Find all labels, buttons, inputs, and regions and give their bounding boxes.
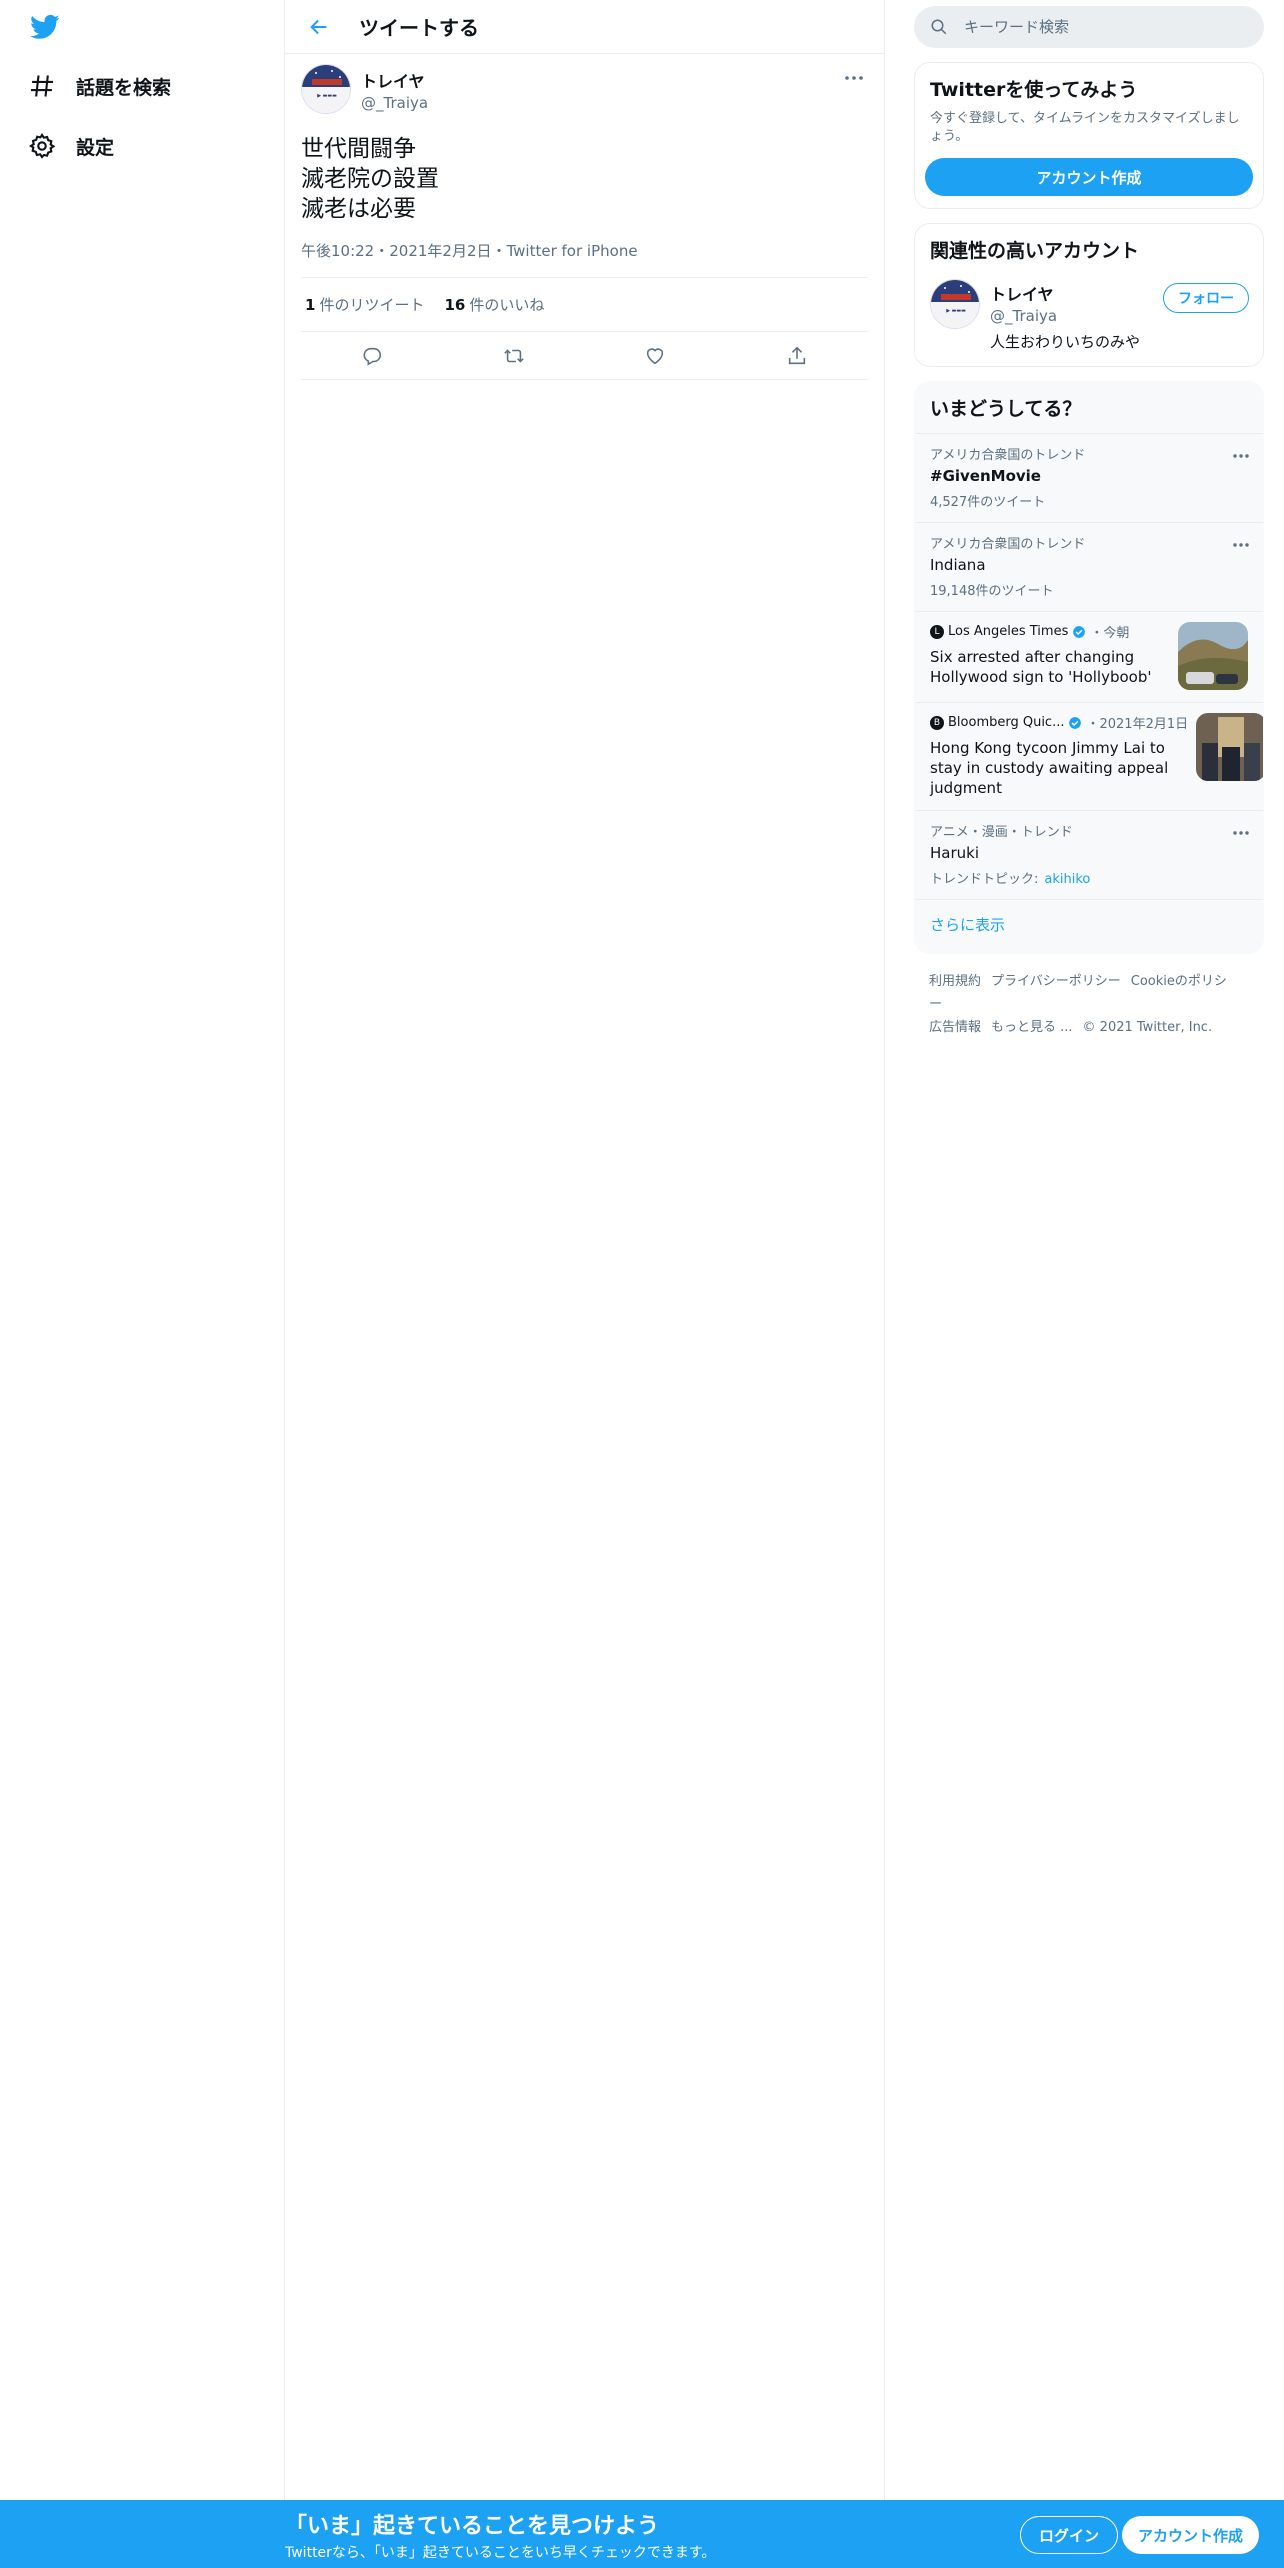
- reply-icon: [363, 347, 381, 366]
- account-handle: @_Traiya: [990, 307, 1058, 325]
- trends-card: いまどうしてる？ アメリカ合衆国のトレンド #GivenMovie 4,527件…: [914, 381, 1264, 954]
- footer-link-privacy[interactable]: プライバシーポリシー: [991, 974, 1121, 989]
- right-sidebar: Twitterを使ってみよう 今すぐ登録して、タイムラインをカスタマイズしましょ…: [914, 0, 1264, 1039]
- news-thumbnail: [1178, 622, 1248, 690]
- like-button[interactable]: [637, 338, 673, 374]
- news-title: Hong Kong tycoon Jimmy Lai to stay in cu…: [930, 739, 1169, 797]
- signup-banner: 「いま」起きていることを見つけよう Twitterなら、「いま」起きていることを…: [0, 2500, 1284, 2568]
- like-label: 件のいいね: [469, 296, 545, 314]
- trend-topic-label: トレンドトピック:: [930, 872, 1039, 887]
- nav-settings-label: 設定: [76, 136, 115, 159]
- left-nav: 話題を検索 設定: [0, 0, 285, 2568]
- news-time: ・2021年2月1日: [1086, 717, 1189, 732]
- heart-icon: [647, 347, 664, 364]
- gear-icon: [28, 132, 56, 159]
- news-title: Six arrested after changing Hollywood si…: [930, 648, 1152, 686]
- hashtag-icon: [30, 75, 54, 97]
- signup-title: Twitterを使ってみよう: [930, 79, 1138, 101]
- news-source: Bloomberg Quic...: [948, 715, 1065, 730]
- tweet: ▶ ▬▬▬ トレイヤ @_Traiya 世代間闘争 滅老院の設置 滅老は必要 午…: [285, 54, 884, 380]
- banner-title: 「いま」起きていることを見つけよう: [285, 2514, 660, 2539]
- trend-topic-link[interactable]: akihiko: [1044, 872, 1090, 887]
- trend-name: Indiana: [930, 556, 986, 574]
- footer-link-terms[interactable]: 利用規約: [929, 974, 981, 989]
- trend-context: アメリカ合衆国のトレンド: [930, 448, 1086, 463]
- page-title: ツイートする: [359, 16, 479, 40]
- tweet-timestamp[interactable]: 午後10:22・2021年2月2日・Twitter for iPhone: [301, 240, 868, 278]
- search-input[interactable]: [964, 18, 1234, 36]
- trend-context: アメリカ合衆国のトレンド: [930, 537, 1086, 552]
- main-header: ツイートする: [285, 0, 884, 54]
- trend-name: Haruki: [930, 844, 979, 862]
- tweet-stats: 1 件のリツイート 16 件のいいね: [301, 278, 868, 332]
- trend-topic: トレンドトピック: akihiko: [930, 868, 1248, 887]
- like-count: 16: [444, 296, 466, 314]
- create-account-button[interactable]: アカウント作成: [925, 158, 1253, 196]
- banner-subtitle: Twitterなら、「いま」起きていることをいち早くチェックできます。: [285, 2545, 716, 2561]
- relevant-accounts-card: 関連性の高いアカウント ▶ ▬▬▬ トレイヤ @_Traiya 人生おわりいちの…: [914, 223, 1264, 367]
- retweets-stat[interactable]: 1 件のリツイート: [305, 294, 424, 315]
- footer-link-ads[interactable]: 広告情報: [929, 1020, 981, 1035]
- retweet-count: 1: [305, 296, 316, 314]
- trend-item[interactable]: アメリカ合衆国のトレンド #GivenMovie 4,527件のツイート: [915, 433, 1263, 522]
- banner-signup-button[interactable]: アカウント作成: [1122, 2516, 1260, 2554]
- account-name: トレイヤ: [990, 285, 1054, 304]
- verified-badge-icon: [1069, 716, 1082, 729]
- trend-count: 4,527件のツイート: [930, 495, 1046, 510]
- share-icon: [789, 346, 806, 364]
- login-button[interactable]: ログイン: [1020, 2516, 1119, 2554]
- tweet-actions: [301, 332, 868, 380]
- news-item[interactable]: B Bloomberg Quic... ・2021年2月1日 Hong Kong…: [915, 702, 1263, 810]
- more-options-icon[interactable]: [842, 68, 866, 88]
- news-source-icon: L: [930, 624, 944, 639]
- retweet-button[interactable]: [496, 338, 532, 374]
- follow-button[interactable]: フォロー: [1163, 283, 1249, 313]
- more-options-icon[interactable]: [1231, 823, 1251, 835]
- search-bar[interactable]: [914, 6, 1264, 48]
- news-source-icon: B: [930, 715, 944, 730]
- more-options-icon[interactable]: [1231, 446, 1251, 458]
- signup-card: Twitterを使ってみよう 今すぐ登録して、タイムラインをカスタマイズしましょ…: [914, 62, 1264, 209]
- retweet-label: 件のリツイート: [319, 296, 425, 314]
- relevant-title: 関連性の高いアカウント: [930, 240, 1140, 262]
- retweet-icon: [503, 348, 524, 363]
- author-handle[interactable]: @_Traiya: [361, 94, 428, 112]
- search-icon: [931, 19, 947, 35]
- reply-button[interactable]: [354, 338, 390, 374]
- more-options-icon[interactable]: [1231, 535, 1251, 547]
- account-item[interactable]: ▶ ▬▬▬ トレイヤ @_Traiya 人生おわりいちのみや フォロー: [915, 275, 1263, 366]
- tweet-text: 世代間闘争 滅老院の設置 滅老は必要: [301, 136, 439, 222]
- signup-description: 今すぐ登録して、タイムラインをカスタマイズしましょう。: [930, 111, 1240, 144]
- news-time: ・今朝: [1090, 626, 1130, 641]
- footer-link-more[interactable]: もっと見る ...: [991, 1020, 1073, 1035]
- share-button[interactable]: [779, 338, 815, 374]
- author-name[interactable]: トレイヤ: [361, 68, 428, 92]
- trend-name: #GivenMovie: [930, 467, 1041, 485]
- account-bio: 人生おわりいちのみや: [990, 333, 1141, 351]
- verified-badge-icon: [1073, 625, 1086, 638]
- twitter-logo-icon[interactable]: [28, 12, 64, 42]
- nav-explore-label: 話題を検索: [76, 76, 172, 99]
- back-button[interactable]: [301, 9, 337, 45]
- svg-text:▶ ▬▬▬: ▶ ▬▬▬: [317, 93, 337, 99]
- svg-text:▶ ▬▬▬: ▶ ▬▬▬: [946, 308, 966, 314]
- trends-title: いまどうしてる？: [930, 398, 1082, 420]
- likes-stat[interactable]: 16 件のいいね: [444, 294, 544, 315]
- avatar[interactable]: ▶ ▬▬▬: [301, 64, 351, 114]
- trend-item[interactable]: アメリカ合衆国のトレンド Indiana 19,148件のツイート: [915, 522, 1263, 611]
- back-arrow-icon: [310, 19, 327, 34]
- trend-count: 19,148件のツイート: [930, 584, 1054, 599]
- news-thumbnail: [1196, 713, 1263, 781]
- trend-item[interactable]: アニメ・漫画・トレンド Haruki トレンドトピック: akihiko: [915, 810, 1263, 899]
- news-source: Los Angeles Times: [948, 624, 1069, 639]
- trend-context: アニメ・漫画・トレンド: [930, 825, 1073, 840]
- footer: 利用規約 プライバシーポリシー Cookieのポリシー 広告情報 もっと見る ... ©…: [914, 970, 1264, 1039]
- main-column: ツイートする ▶ ▬▬▬ トレイヤ @_Traiya 世代間闘争 滅老院の設置: [285, 0, 885, 2568]
- nav-explore[interactable]: 話題を検索: [28, 66, 171, 106]
- account-avatar[interactable]: ▶ ▬▬▬: [930, 279, 980, 329]
- nav-settings[interactable]: 設定: [28, 126, 114, 166]
- show-more-link[interactable]: さらに表示: [915, 899, 1263, 953]
- copyright: © 2021 Twitter, Inc.: [1082, 1020, 1213, 1035]
- news-item[interactable]: L Los Angeles Times ・今朝 Six arrested aft…: [915, 611, 1263, 702]
